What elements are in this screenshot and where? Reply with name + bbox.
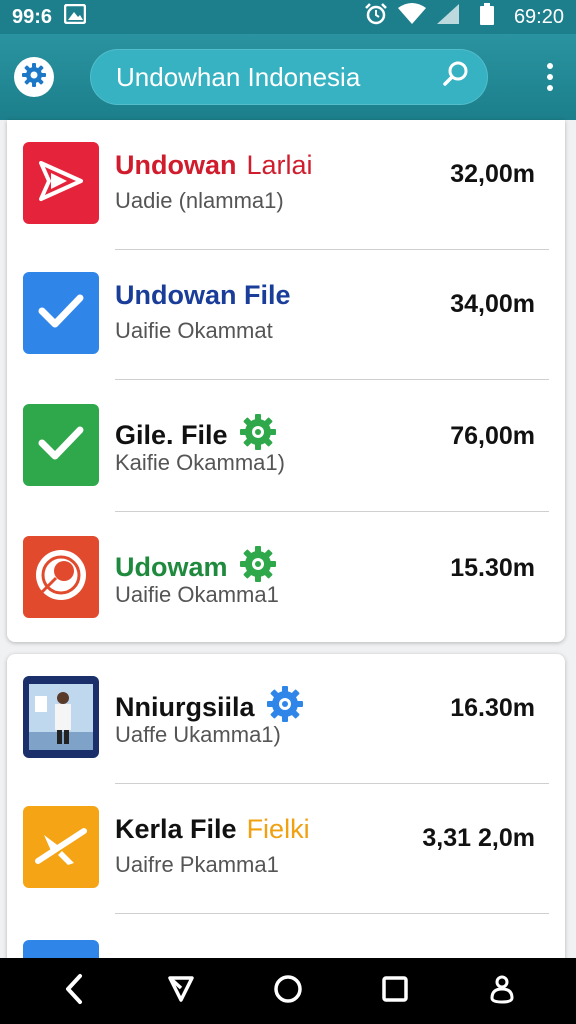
item-subtitle: Uaffe Ukamma1) bbox=[115, 722, 281, 747]
item-icon-box bbox=[23, 806, 99, 888]
check-icon bbox=[36, 291, 86, 336]
search-text: Undowhan Indonesia bbox=[116, 61, 361, 92]
divider bbox=[115, 378, 549, 380]
divider bbox=[115, 912, 549, 914]
item-icon-box bbox=[23, 142, 99, 224]
recent-apps-icon bbox=[166, 974, 196, 1009]
list-item[interactable]: Gile. File Kaifie Okamma1) 76,00m bbox=[7, 382, 565, 512]
list-item[interactable]: Udowam Uaifie Okamma1 15.30m bbox=[7, 514, 565, 642]
item-size: 16.30m bbox=[450, 694, 535, 722]
signal-icon bbox=[436, 3, 460, 31]
file-list-card: Undowan Larlai Uadie (nlamma1) 32,00m Un… bbox=[7, 120, 565, 642]
back-button[interactable] bbox=[52, 969, 96, 1013]
check-icon bbox=[36, 423, 86, 468]
more-options-button[interactable] bbox=[538, 57, 562, 97]
item-size: 32,00m bbox=[450, 160, 535, 188]
overview-button[interactable] bbox=[373, 969, 417, 1013]
list-item[interactable]: Undowan File Uaifie Okammat 34,00m bbox=[7, 250, 565, 380]
item-title: Undowan Larlai bbox=[115, 150, 313, 180]
plane-icon bbox=[34, 823, 88, 872]
image-icon bbox=[63, 3, 87, 30]
play-icon bbox=[35, 157, 87, 210]
settings-icon bbox=[21, 62, 47, 93]
wifi-icon bbox=[397, 3, 426, 31]
recent-apps-button[interactable] bbox=[159, 969, 203, 1013]
search-bar[interactable]: Undowhan Indonesia bbox=[90, 49, 488, 105]
item-size: 34,00m bbox=[450, 290, 535, 318]
home-icon bbox=[273, 974, 303, 1009]
item-subtitle: Uaifre Pkamma1 bbox=[115, 852, 279, 877]
accessibility-icon bbox=[487, 974, 517, 1009]
home-button[interactable] bbox=[266, 969, 310, 1013]
accessibility-button[interactable] bbox=[480, 969, 524, 1013]
status-time-left: 99:6 bbox=[12, 5, 53, 28]
item-icon-box bbox=[23, 536, 99, 618]
item-title: Undowan File bbox=[115, 280, 291, 310]
settings-button[interactable] bbox=[14, 57, 54, 97]
list-item[interactable]: Undowan Larlai Uadie (nlamma1) 32,00m bbox=[7, 120, 565, 250]
back-icon bbox=[64, 973, 84, 1010]
item-title: Kerla File Fielki bbox=[115, 814, 310, 844]
item-subtitle: Uaifie Okamma1 bbox=[115, 582, 279, 607]
item-subtitle: Kaifie Okamma1) bbox=[115, 450, 285, 475]
app-bar: Undowhan Indonesia bbox=[0, 34, 576, 120]
battery-icon bbox=[479, 3, 494, 31]
more-icon bbox=[547, 63, 553, 69]
list-item[interactable]: Kerla File Fielki Uaifre Pkamma1 3,31 2,… bbox=[7, 784, 565, 914]
item-icon-box bbox=[23, 272, 99, 354]
item-size: 76,00m bbox=[450, 422, 535, 450]
item-subtitle: Uaifie Okammat bbox=[115, 318, 273, 343]
item-icon-box bbox=[23, 404, 99, 486]
divider bbox=[115, 510, 549, 512]
photo-thumbnail bbox=[23, 676, 99, 758]
navigation-bar bbox=[0, 958, 576, 1024]
alarm-icon bbox=[364, 3, 388, 31]
status-bar: 99:6 69:20 bbox=[0, 0, 576, 34]
item-size: 15.30m bbox=[450, 554, 535, 582]
status-time-right: 69:20 bbox=[513, 5, 564, 28]
overview-icon bbox=[381, 975, 409, 1008]
list-item[interactable]: Nniurgsiila Uaffe Ukamma1) 16.30m bbox=[7, 654, 565, 784]
search-icon[interactable] bbox=[442, 60, 470, 95]
item-subtitle: Uadie (nlamma1) bbox=[115, 188, 284, 213]
item-size: 3,31 2,0m bbox=[422, 824, 535, 852]
target-icon bbox=[32, 546, 90, 609]
file-list-card: Nniurgsiila Uaffe Ukamma1) 16.30m Kerla … bbox=[7, 654, 565, 974]
